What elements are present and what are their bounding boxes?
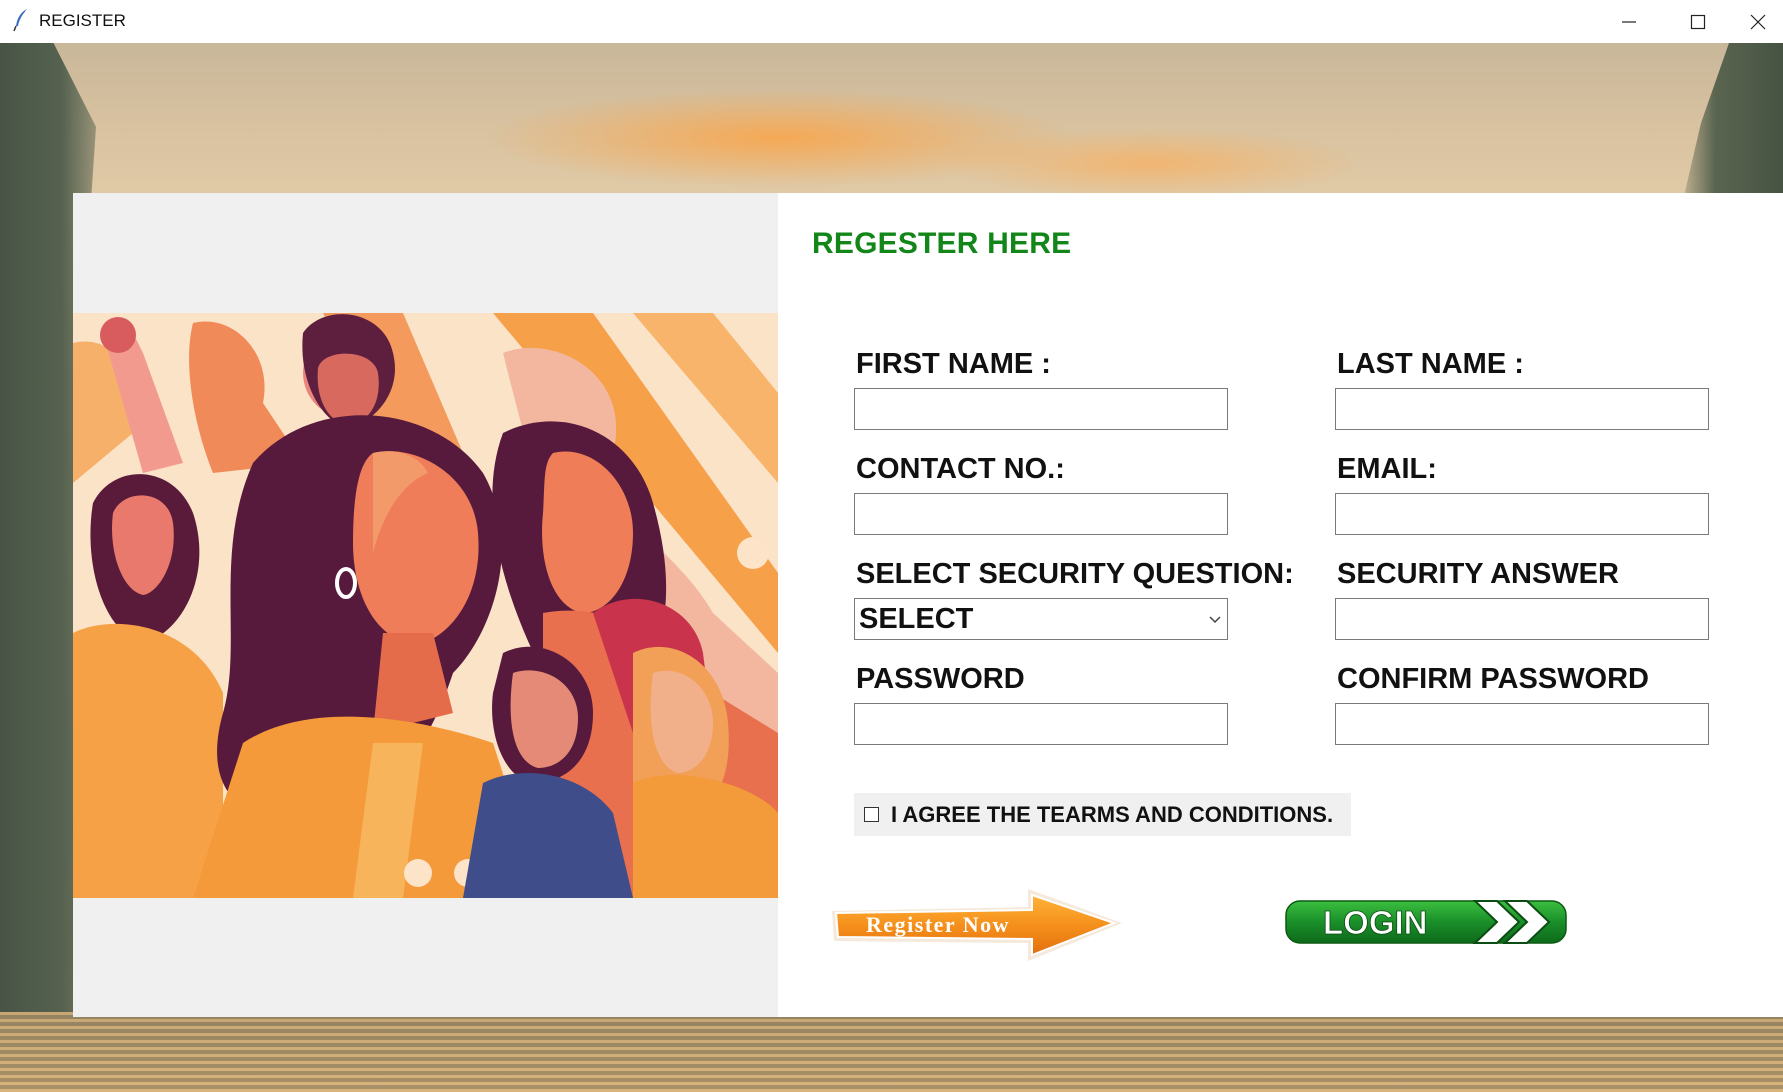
terms-checkbox[interactable] — [864, 807, 879, 822]
water-reflection — [0, 1012, 1783, 1092]
login-label: LOGIN — [1323, 904, 1428, 941]
window-title: REGISTER — [39, 11, 126, 30]
form-title: REGESTER HERE — [812, 227, 1072, 260]
security-question-value: SELECT — [859, 602, 974, 635]
feather-icon — [13, 9, 27, 32]
contact-input[interactable] — [854, 493, 1228, 535]
email-label: EMAIL: — [1337, 453, 1437, 485]
login-button[interactable]: LOGIN — [1285, 897, 1567, 947]
security-answer-label: SECURITY ANSWER — [1337, 558, 1619, 590]
form-pane: REGESTER HERE FIRST NAME : LAST NAME : C… — [778, 193, 1783, 1017]
last-name-label: LAST NAME : — [1337, 348, 1524, 380]
minimize-button[interactable] — [1595, 0, 1663, 43]
email-input[interactable] — [1335, 493, 1709, 535]
terms-checkbox-row[interactable]: I AGREE THE TEARMS AND CONDITIONS. — [854, 793, 1351, 836]
close-button[interactable] — [1733, 0, 1783, 43]
title-bar: REGISTER — [0, 0, 1783, 43]
password-input[interactable] — [854, 703, 1228, 745]
terms-label: I AGREE THE TEARMS AND CONDITIONS. — [891, 801, 1334, 827]
minimize-icon — [1622, 20, 1636, 23]
confirm-password-input[interactable] — [1335, 703, 1709, 745]
contact-label: CONTACT NO.: — [856, 453, 1065, 485]
security-question-select[interactable]: SELECT — [854, 598, 1228, 640]
register-now-button[interactable]: Register Now — [828, 885, 1126, 965]
password-label: PASSWORD — [856, 663, 1025, 695]
women-illustration — [73, 313, 778, 898]
last-name-input[interactable] — [1335, 388, 1709, 430]
maximize-button[interactable] — [1664, 0, 1732, 43]
first-name-label: FIRST NAME : — [856, 348, 1051, 380]
close-icon — [1750, 14, 1766, 29]
first-name-input[interactable] — [854, 388, 1228, 430]
register-panel: REGESTER HERE FIRST NAME : LAST NAME : C… — [73, 193, 1783, 1017]
chevron-down-icon — [1203, 614, 1227, 624]
left-pane — [73, 193, 778, 1017]
register-now-label: Register Now — [866, 912, 1010, 937]
security-question-label: SELECT SECURITY QUESTION: — [856, 558, 1294, 590]
maximize-icon — [1690, 14, 1706, 29]
confirm-password-label: CONFIRM PASSWORD — [1337, 663, 1650, 695]
security-answer-input[interactable] — [1335, 598, 1709, 640]
